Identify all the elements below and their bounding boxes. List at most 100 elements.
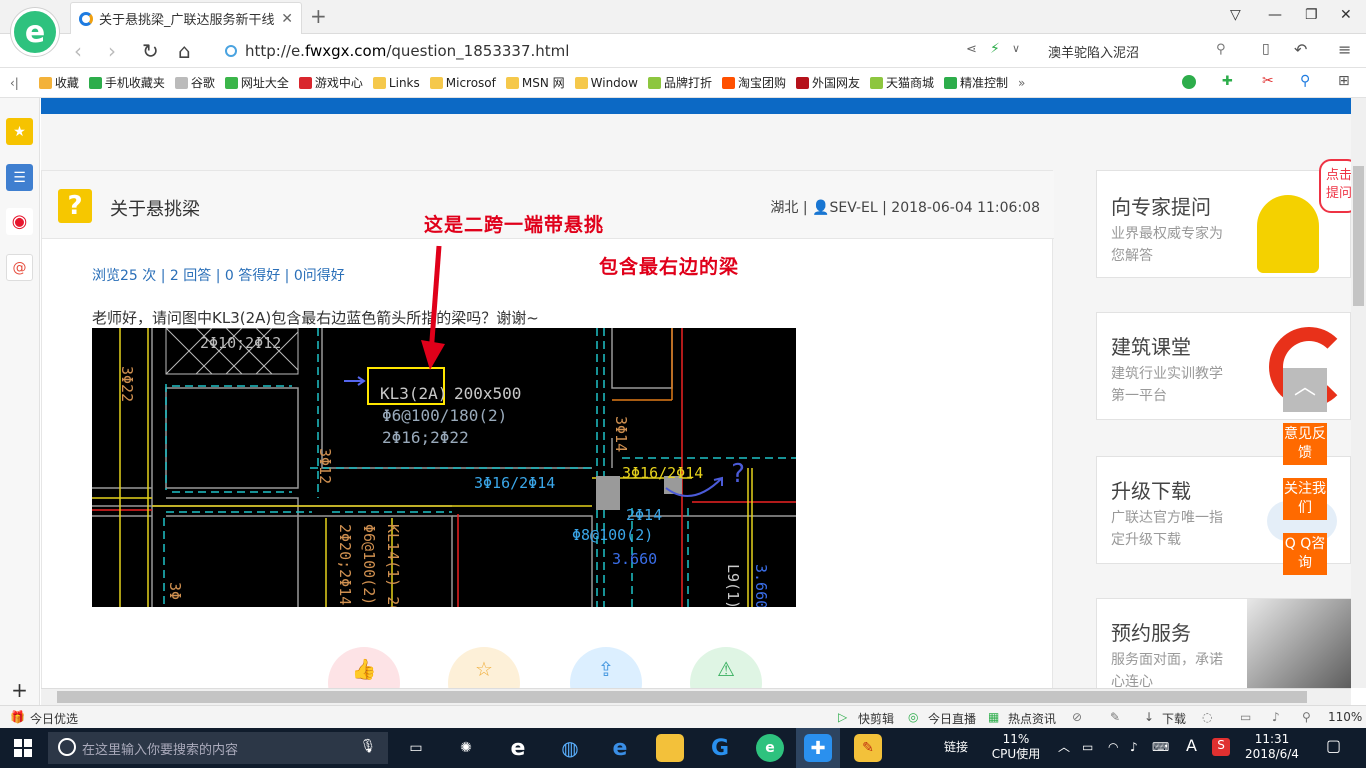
bookmark-item[interactable]: 收藏 [38, 74, 79, 91]
home-icon[interactable]: ⌂ [178, 39, 191, 63]
taskbar-search-box[interactable]: 在这里输入你要搜索的内容 🎙 [48, 732, 388, 764]
bookmark-item[interactable]: 外国网友 [796, 74, 860, 91]
bookmark-item[interactable]: 网址大全 [224, 74, 289, 91]
bookmark-item[interactable]: Window [574, 76, 638, 90]
bookmark-item[interactable]: Links [372, 76, 420, 90]
wifi-icon[interactable]: ◠ [1108, 740, 1118, 755]
lightning-icon[interactable]: ⚡ [990, 41, 1000, 57]
sidebar-toggle-icon[interactable]: ‹| [10, 76, 19, 90]
like-button[interactable]: 👍 [328, 647, 400, 688]
horizontal-scrollbar[interactable] [41, 688, 1351, 705]
sound-icon[interactable]: ♪ [1272, 710, 1280, 724]
clean-icon[interactable]: ◌ [1202, 710, 1212, 724]
weibo-icon[interactable]: ◉ [6, 208, 33, 235]
bookmark-item[interactable]: Microsof [429, 76, 496, 90]
bookmark-item[interactable]: 手机收藏夹 [88, 74, 165, 91]
scissors-icon[interactable]: ✂ [1262, 73, 1274, 89]
question-stats[interactable]: 浏览25 次 | 2 回答 | 0 答得好 | 0问得好 [92, 265, 345, 285]
browser-tab[interactable]: 关于悬挑梁_广联达服务新干线 ✕ [70, 2, 302, 34]
menu-icon[interactable]: ≡ [1338, 40, 1351, 59]
back-icon[interactable]: ‹ [74, 39, 82, 63]
favorites-icon[interactable]: ★ [6, 118, 33, 145]
battery-icon[interactable]: ▭ [1082, 740, 1093, 755]
file-explorer-icon[interactable] [656, 734, 684, 762]
mail-icon[interactable]: @ [6, 254, 33, 281]
sogou-icon[interactable]: S [1212, 738, 1230, 756]
shirt-skin-icon[interactable]: ▽ [1230, 7, 1241, 23]
address-bar[interactable]: http://e.fwxgx.com/question_1853337.html [225, 39, 1035, 63]
favorite-button[interactable]: ☆ [448, 647, 520, 688]
share-icon[interactable]: ⋖ [966, 42, 977, 57]
task-view-icon[interactable]: ▭ [402, 734, 430, 762]
bookmark-item[interactable]: 游戏中心 [298, 74, 363, 91]
ask-bubble[interactable]: 点击提问 [1319, 159, 1351, 213]
bookmarks-more-button[interactable]: » [1018, 76, 1025, 90]
window-icon[interactable]: ▭ [1240, 710, 1251, 724]
shield-icon[interactable] [1182, 75, 1196, 89]
windows-start-icon[interactable] [14, 739, 32, 757]
star-icon: ☆ [475, 657, 493, 681]
vertical-scrollbar[interactable] [1351, 98, 1366, 688]
horizontal-scroll-thumb[interactable] [57, 691, 1307, 703]
zoom-status-icon[interactable]: ⚲ [1302, 710, 1311, 724]
ask-expert-card[interactable]: 向专家提问 业界最权威专家为您解答 点击提问 [1096, 159, 1351, 278]
vertical-scroll-thumb[interactable] [1353, 166, 1364, 306]
feedback-button[interactable]: 意见反馈 [1283, 423, 1327, 465]
bookmark-item[interactable]: 淘宝团购 [721, 74, 786, 91]
volume-icon[interactable]: ♪ [1130, 740, 1138, 755]
appointment-card[interactable]: 预约服务 服务面对面，承诺心连心 [1096, 598, 1351, 688]
keyboard-icon[interactable]: ⌨ [1152, 740, 1169, 755]
bookmark-item[interactable]: 精准控制 [944, 74, 1008, 91]
zoom-level[interactable]: 110% [1328, 710, 1362, 724]
gift-icon: 🎁 [10, 710, 25, 724]
browser-globe-icon[interactable]: ◍ [556, 734, 584, 762]
fan-app-icon[interactable]: ✺ [452, 734, 480, 762]
browser-logo[interactable]: e [11, 8, 59, 56]
tray-expand-icon[interactable]: ︿ [1058, 740, 1070, 755]
reading-list-icon[interactable]: ☰ [6, 164, 33, 191]
chevron-down-icon[interactable]: ∨ [1012, 42, 1020, 55]
quick-edit-link[interactable]: 快剪辑 [858, 710, 894, 727]
notes-app-icon[interactable]: ✎ [854, 734, 882, 762]
mobile-icon[interactable]: ▯ [1262, 41, 1270, 57]
bookmark-item[interactable]: 天猫商城 [870, 74, 934, 91]
ime-indicator[interactable]: A [1186, 738, 1197, 754]
undo-icon[interactable]: ↶ [1294, 40, 1307, 59]
follow-us-button[interactable]: 关注我们 [1283, 478, 1327, 520]
live-link[interactable]: 今日直播 [928, 710, 976, 727]
link-label[interactable]: 链接 [944, 740, 968, 755]
bookmark-item[interactable]: MSN 网 [505, 74, 565, 91]
notifications-icon[interactable]: ▢ [1326, 738, 1341, 754]
active-app-icon[interactable]: ✚ [804, 734, 832, 762]
new-tab-button[interactable]: + [310, 4, 327, 28]
bookmark-item[interactable]: 品牌打折 [647, 74, 712, 91]
bookmark-item[interactable]: 谷歌 [174, 74, 215, 91]
glodon-icon[interactable]: G [706, 734, 734, 762]
zoom-icon[interactable]: ⚲ [1300, 73, 1310, 89]
clock[interactable]: 11:31 2018/6/4 [1242, 732, 1302, 762]
edge-icon[interactable]: e [504, 734, 532, 762]
pin-icon[interactable]: ✎ [1110, 710, 1120, 724]
qq-consult-button[interactable]: Q Q咨询 [1283, 533, 1327, 575]
browser-app-icon[interactable]: e [756, 734, 784, 762]
forward-icon[interactable]: › [108, 39, 116, 63]
apps-grid-icon[interactable]: ⊞ [1338, 73, 1350, 89]
daily-picks-link[interactable]: 今日优选 [30, 710, 78, 727]
close-tab-icon[interactable]: ✕ [281, 11, 293, 27]
translate-icon[interactable]: ✚ [1222, 74, 1233, 89]
reload-icon[interactable]: ↻ [142, 39, 159, 63]
share-button[interactable]: ⇪ [570, 647, 642, 688]
search-box[interactable]: 澳羊驼陷入泥沼 [1048, 40, 1238, 62]
report-button[interactable]: ⚠ [690, 647, 762, 688]
minimize-icon[interactable]: — [1268, 7, 1282, 23]
hot-news-link[interactable]: 热点资讯 [1008, 710, 1056, 727]
back-to-top-button[interactable]: ︿ [1283, 368, 1327, 412]
download-link[interactable]: 下载 [1162, 710, 1186, 727]
close-window-icon[interactable]: ✕ [1340, 7, 1352, 23]
search-icon[interactable]: ⚲ [1216, 42, 1226, 57]
speed-icon[interactable]: ⊘ [1072, 710, 1082, 724]
ie-icon[interactable]: e [606, 734, 634, 762]
add-sidebar-icon[interactable]: + [6, 676, 33, 703]
maximize-icon[interactable]: ❐ [1305, 7, 1318, 23]
microphone-icon[interactable]: 🎙 [359, 739, 376, 754]
